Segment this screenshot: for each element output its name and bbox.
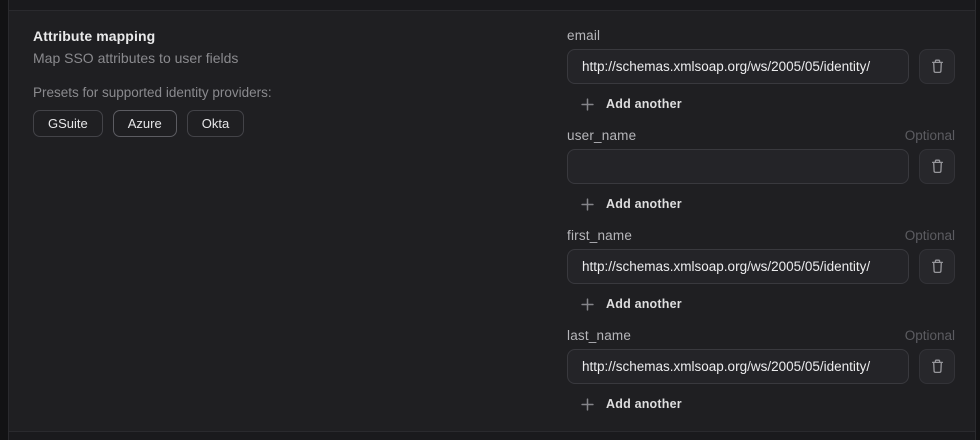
add-another-user-name-link[interactable]: Add another: [581, 197, 682, 211]
delete-first-name-attribute-button[interactable]: [919, 249, 955, 284]
plus-icon: [581, 198, 594, 211]
preset-buttons: GSuite Azure Okta: [33, 110, 244, 137]
add-another-last-name-link[interactable]: Add another: [581, 397, 682, 411]
email-attribute-input[interactable]: [567, 49, 909, 84]
field-row-first-name: first_name Optional: [567, 228, 955, 316]
delete-user-name-attribute-button[interactable]: [919, 149, 955, 184]
attribute-mapping-section: Attribute mapping Map SSO attributes to …: [9, 10, 975, 432]
section-subtitle: Map SSO attributes to user fields: [33, 50, 238, 66]
last-name-attribute-input[interactable]: [567, 349, 909, 384]
add-another-label: Add another: [606, 97, 682, 111]
field-label: email: [567, 28, 600, 43]
trash-icon: [931, 359, 944, 374]
first-name-attribute-input[interactable]: [567, 249, 909, 284]
plus-icon: [581, 398, 594, 411]
field-row-email: email: [567, 28, 955, 116]
delete-last-name-attribute-button[interactable]: [919, 349, 955, 384]
settings-frame: Attribute mapping Map SSO attributes to …: [8, 0, 976, 440]
add-another-label: Add another: [606, 397, 682, 411]
presets-heading: Presets for supported identity providers…: [33, 85, 272, 100]
preset-gsuite-button[interactable]: GSuite: [33, 110, 103, 137]
field-row-user-name: user_name Optional: [567, 128, 955, 216]
trash-icon: [931, 259, 944, 274]
preset-azure-button[interactable]: Azure: [113, 110, 177, 137]
trash-icon: [931, 159, 944, 174]
add-another-label: Add another: [606, 297, 682, 311]
plus-icon: [581, 298, 594, 311]
add-another-email-link[interactable]: Add another: [581, 97, 682, 111]
field-label: last_name: [567, 328, 631, 343]
field-label: user_name: [567, 128, 636, 143]
preset-okta-button[interactable]: Okta: [187, 110, 244, 137]
add-another-first-name-link[interactable]: Add another: [581, 297, 682, 311]
section-title: Attribute mapping: [33, 28, 155, 44]
optional-badge: Optional: [905, 328, 955, 343]
delete-email-attribute-button[interactable]: [919, 49, 955, 84]
field-label: first_name: [567, 228, 632, 243]
user-name-attribute-input[interactable]: [567, 149, 909, 184]
field-row-last-name: last_name Optional: [567, 328, 955, 416]
plus-icon: [581, 98, 594, 111]
optional-badge: Optional: [905, 228, 955, 243]
optional-badge: Optional: [905, 128, 955, 143]
add-another-label: Add another: [606, 197, 682, 211]
trash-icon: [931, 59, 944, 74]
